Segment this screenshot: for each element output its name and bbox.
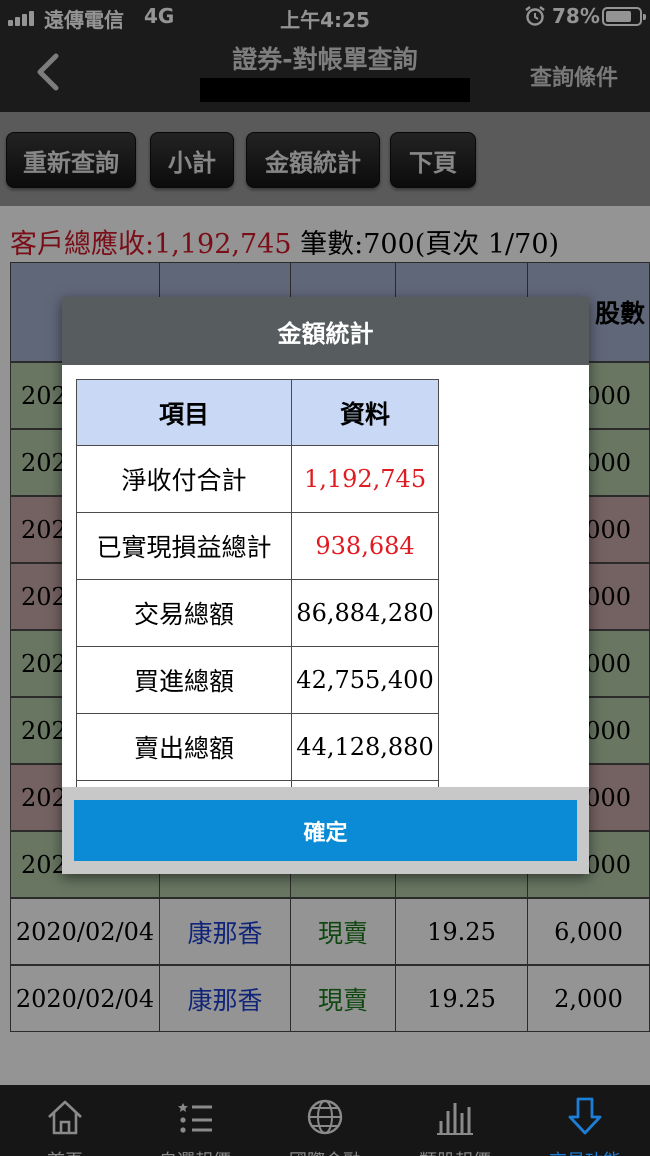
- tab-label: 自選報價: [130, 1147, 260, 1156]
- table-row: 賣出總額 44,128,880: [75, 713, 439, 781]
- stat-item: 賣出總額: [75, 713, 293, 781]
- home-icon: [48, 1100, 82, 1135]
- tab-label: 國際金融: [260, 1147, 390, 1156]
- bottom-tab-bar: 首頁 自選報價 國際金融 類股報價 交易功能: [0, 1085, 650, 1156]
- tab-label: 類股報價: [390, 1147, 520, 1156]
- statistics-table: 項目 資料 淨收付合計 1,192,745 已實現損益總計 938,684 交易…: [75, 379, 439, 787]
- stat-value: 44,128,880: [291, 713, 439, 781]
- col-item-header: 項目: [75, 379, 293, 446]
- statistics-header: 項目 資料: [75, 379, 439, 446]
- list-icon: [178, 1103, 212, 1133]
- tab-watchlist[interactable]: 自選報價: [130, 1085, 260, 1156]
- tab-sector-quotes[interactable]: 類股報價: [390, 1085, 520, 1156]
- table-row: 交易總額 86,884,280: [75, 579, 439, 647]
- stat-item: 交易總額: [75, 579, 293, 647]
- table-row: 已實現損益總計 938,684: [75, 512, 439, 580]
- stat-item: 已實現損益總計: [75, 512, 293, 580]
- stat-value: 938,684: [291, 512, 439, 580]
- stat-value: 86,884,280: [291, 579, 439, 647]
- amount-statistics-dialog: 金額統計 項目 資料 淨收付合計 1,192,745 已實現損益總計 938,6…: [62, 297, 589, 874]
- tab-international-finance[interactable]: 國際金融: [260, 1085, 390, 1156]
- stat-item: 淨收付合計: [75, 445, 293, 513]
- arrow-down-icon: [568, 1097, 602, 1135]
- stat-value: 42,755,400: [291, 646, 439, 714]
- dialog-title: 金額統計: [62, 297, 589, 365]
- stat-item: 買進總額: [75, 646, 293, 714]
- col-value-header: 資料: [291, 379, 439, 446]
- tab-label: 交易功能: [520, 1147, 650, 1156]
- stat-value: 1,192,745: [291, 445, 439, 513]
- tab-trading[interactable]: 交易功能: [520, 1085, 650, 1156]
- dialog-body[interactable]: 項目 資料 淨收付合計 1,192,745 已實現損益總計 938,684 交易…: [62, 365, 589, 787]
- table-row: 買進總額 42,755,400: [75, 646, 439, 714]
- globe-icon: [307, 1099, 343, 1135]
- bar-chart-icon: [437, 1103, 473, 1135]
- table-row: 淨收付合計 1,192,745: [75, 445, 439, 513]
- confirm-button[interactable]: 確定: [74, 800, 577, 861]
- dialog-footer: 確定: [62, 787, 589, 874]
- tab-home[interactable]: 首頁: [0, 1085, 130, 1156]
- tab-label: 首頁: [0, 1147, 130, 1156]
